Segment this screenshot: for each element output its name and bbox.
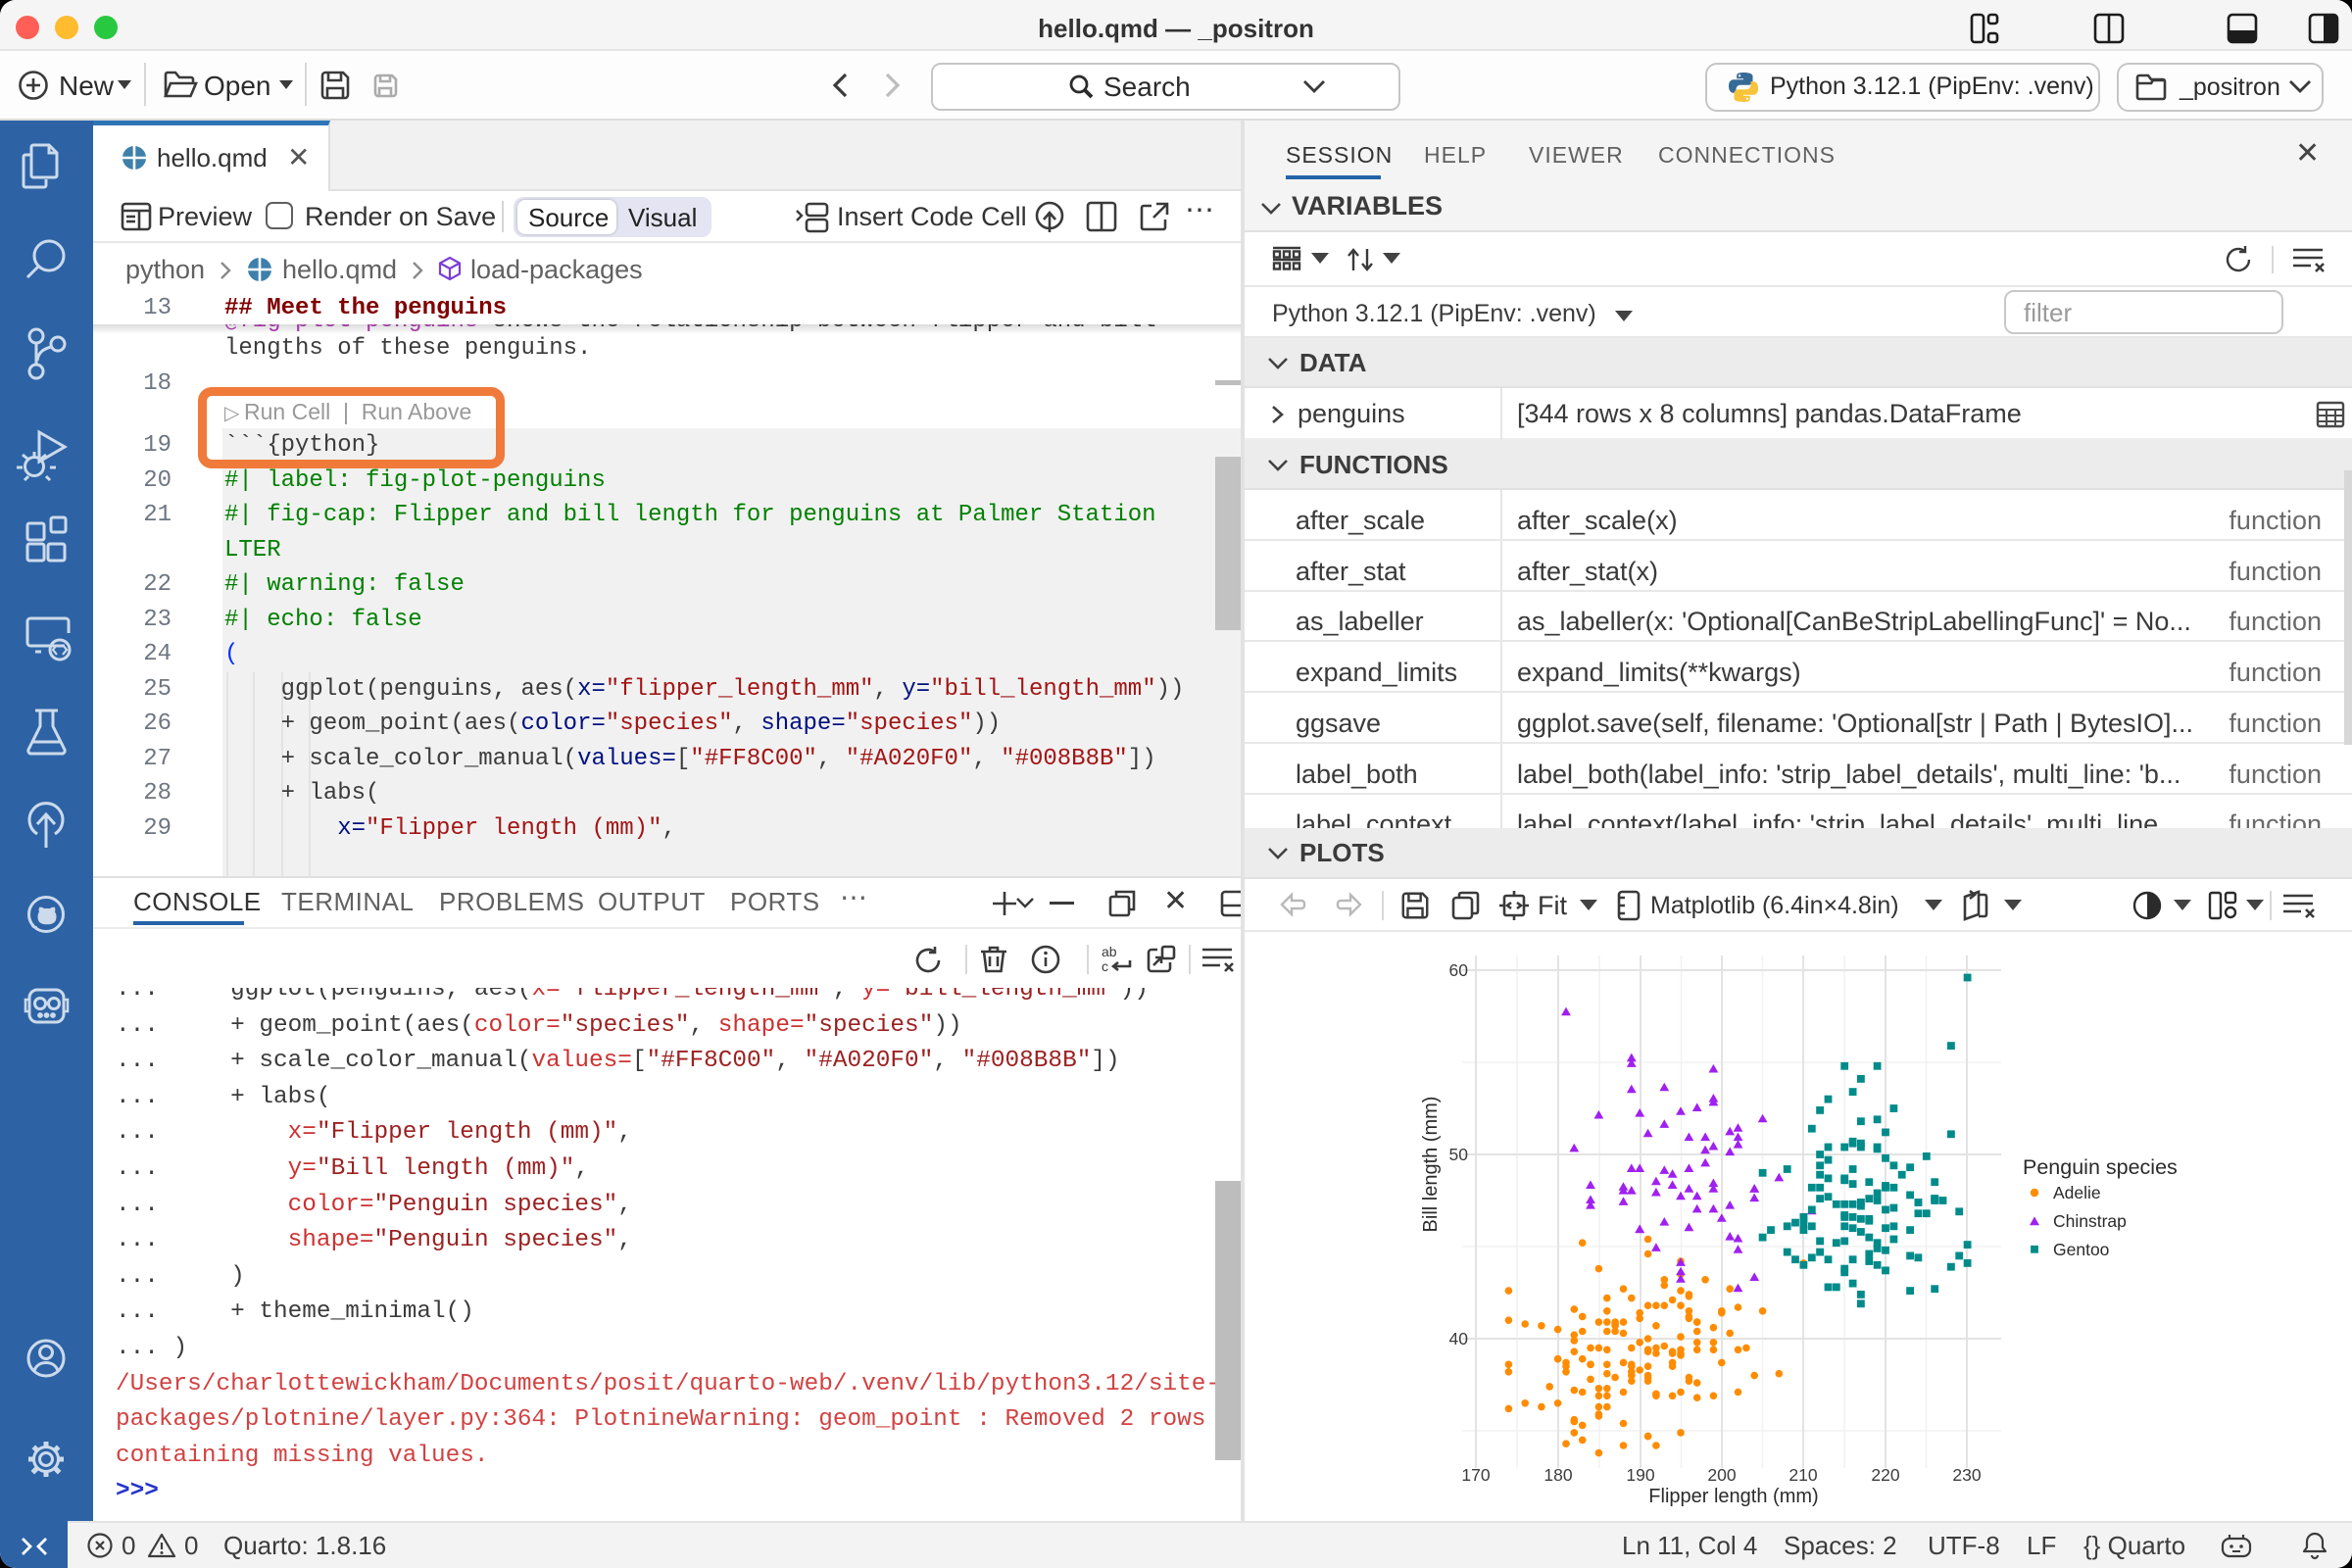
svg-text:Adelie: Adelie xyxy=(2053,1183,2101,1202)
svg-text:190: 190 xyxy=(1626,1465,1654,1485)
svg-text:170: 170 xyxy=(1461,1465,1490,1485)
svg-text:Bill length (mm): Bill length (mm) xyxy=(1420,1097,1442,1233)
svg-text:Penguin species: Penguin species xyxy=(2023,1155,2178,1179)
svg-text:c: c xyxy=(1102,958,1108,974)
svg-text:60: 60 xyxy=(1449,960,1469,980)
svg-text:ab: ab xyxy=(1102,944,1117,959)
svg-text:50: 50 xyxy=(1449,1145,1469,1164)
svg-text:Gentoo: Gentoo xyxy=(2053,1240,2109,1259)
svg-text:40: 40 xyxy=(1449,1329,1469,1348)
svg-text:Flipper length (mm): Flipper length (mm) xyxy=(1648,1486,1818,1507)
svg-text:200: 200 xyxy=(1707,1465,1736,1485)
svg-text:210: 210 xyxy=(1788,1465,1817,1485)
svg-text:180: 180 xyxy=(1544,1465,1572,1485)
svg-text:230: 230 xyxy=(1952,1465,1981,1485)
svg-text:Chinstrap: Chinstrap xyxy=(2053,1211,2127,1231)
svg-text:220: 220 xyxy=(1871,1465,1899,1485)
